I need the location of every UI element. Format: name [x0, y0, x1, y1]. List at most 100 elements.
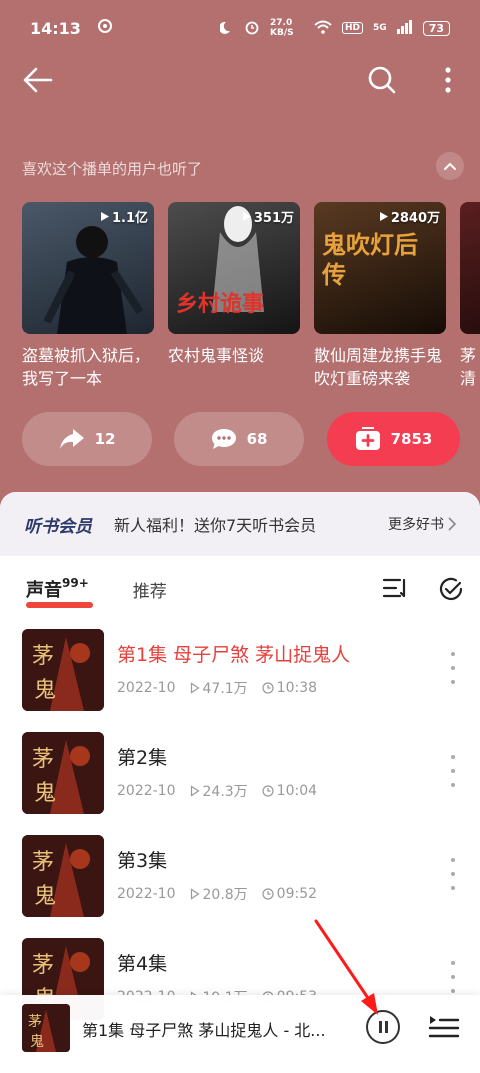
more-vertical-icon	[445, 67, 451, 93]
tab-badge: 99+	[62, 576, 89, 590]
search-button[interactable]	[360, 58, 404, 102]
recommend-cards: 1.1亿 盗墓被抓入狱后，我写了一本 乡村诡事 351万 农村鬼事怪谈 鬼吹灯后…	[22, 202, 480, 392]
back-button[interactable]	[16, 58, 60, 102]
multi-select-button[interactable]	[438, 576, 464, 606]
svg-text:茅: 茅	[32, 747, 54, 772]
share-count: 12	[94, 430, 116, 448]
card-cover: 乡村诡事 351万	[168, 202, 300, 334]
action-row: 12 68 7853	[22, 412, 460, 466]
top-bar	[0, 58, 480, 102]
card-title: 茅清	[460, 346, 477, 388]
more-dot	[451, 680, 455, 684]
episode-duration: 10:04	[262, 783, 317, 799]
clock-icon	[262, 785, 274, 797]
recommend-card-3[interactable]: 鬼吹灯后传 2840万 散仙周建龙携手鬼吹灯重磅来袭	[314, 202, 446, 390]
comment-count: 68	[246, 430, 268, 448]
clock-icon	[262, 682, 274, 694]
svg-text:茅: 茅	[32, 644, 54, 669]
card-cover-text: 鬼吹灯后传	[322, 230, 418, 289]
hd-badge: HD	[342, 22, 364, 34]
more-dot	[451, 858, 455, 862]
episode-title: 第1集 母子尸煞 茅山捉鬼人	[117, 644, 351, 666]
episode-title: 第2集	[117, 747, 168, 769]
svg-text:茅: 茅	[32, 850, 54, 875]
collapse-button[interactable]	[436, 152, 464, 180]
recommend-card-4[interactable]: 茅清	[460, 202, 480, 390]
vip-banner[interactable]: 听书会员 新人福利！送你7天听书会员 更多好书	[0, 492, 480, 556]
episode-title: 第4集	[117, 953, 168, 975]
share-icon	[59, 429, 84, 449]
episode-cover: 茅鬼	[22, 629, 104, 711]
subscribe-count: 7853	[390, 430, 433, 448]
recommend-card-2[interactable]: 乡村诡事 351万 农村鬼事怪谈	[168, 202, 300, 367]
card-cover: 鬼吹灯后传 2840万	[314, 202, 446, 334]
vip-more-link[interactable]: 更多好书	[388, 514, 456, 534]
cover-art: 茅鬼	[22, 629, 104, 711]
more-dot	[451, 755, 455, 759]
card-playcount: 351万	[242, 207, 294, 226]
episode-panel: 听书会员 新人福利！送你7天听书会员 更多好书 声音99+ 推荐 茅鬼第1集 母…	[0, 492, 480, 1073]
alarm-icon	[244, 19, 260, 38]
playlist-icon	[428, 1016, 460, 1038]
subscribe-button[interactable]: 7853	[327, 412, 460, 466]
episode-title: 第3集	[117, 850, 168, 872]
card-title: 盗墓被抓入狱后，我写了一本	[22, 346, 151, 388]
more-dot	[451, 886, 455, 890]
pause-button[interactable]	[366, 1010, 400, 1044]
episode-item[interactable]: 茅鬼第2集 2022-10 24.3万 10:04	[0, 725, 480, 828]
sort-icon	[382, 578, 406, 598]
status-time: 14:13	[30, 18, 81, 38]
arrow-left-icon	[23, 67, 53, 93]
play-icon	[100, 212, 109, 221]
card-title: 散仙周建龙携手鬼吹灯重磅来袭	[314, 346, 443, 388]
recommend-title: 喜欢这个播单的用户也听了	[22, 160, 203, 178]
battery-indicator: 73	[422, 20, 450, 36]
more-dot	[451, 989, 455, 993]
episode-duration: 09:52	[262, 886, 317, 902]
playlist-button[interactable]	[428, 1013, 460, 1041]
moon-icon	[218, 20, 234, 37]
episode-date: 2022-10	[117, 680, 176, 696]
card-cover: 1.1亿	[22, 202, 154, 334]
recommend-card-1[interactable]: 1.1亿 盗墓被抓入狱后，我写了一本	[22, 202, 154, 390]
episode-cover: 茅鬼	[22, 835, 104, 917]
clock-icon	[262, 888, 274, 900]
pause-icon	[378, 1021, 382, 1033]
search-icon	[368, 66, 396, 94]
episode-plays: 24.3万	[190, 781, 248, 801]
cover-art: 茅鬼	[22, 835, 104, 917]
more-dot	[451, 961, 455, 965]
episode-date: 2022-10	[117, 886, 176, 902]
episode-duration: 10:38	[262, 680, 317, 696]
svg-text:茅: 茅	[28, 1014, 42, 1030]
episode-cover: 茅鬼	[22, 732, 104, 814]
network-speed: 27.0 KB/S	[270, 18, 294, 38]
card-cover	[460, 202, 480, 334]
pause-icon-bar	[384, 1021, 388, 1033]
episode-meta: 2022-10 47.1万 10:38	[117, 678, 317, 698]
player-title: 第1集 母子尸煞 茅山捉鬼人 - 北...	[82, 1021, 326, 1040]
tab-recommend[interactable]: 推荐	[133, 577, 167, 602]
signal-label: 5G	[373, 23, 387, 33]
more-dot	[451, 666, 455, 670]
notification-icon	[97, 18, 113, 38]
tab-actions	[382, 576, 464, 606]
card-cover-text: 乡村诡事	[176, 291, 265, 317]
share-button[interactable]: 12	[22, 412, 152, 466]
play-outline-icon	[190, 785, 200, 797]
cover-art: 茅鬼	[22, 732, 104, 814]
episode-item[interactable]: 茅鬼第3集 2022-10 20.8万 09:52	[0, 828, 480, 931]
wifi-icon	[314, 20, 332, 37]
mini-player[interactable]: 茅 鬼 第1集 母子尸煞 茅山捉鬼人 - 北...	[0, 995, 480, 1073]
episode-more-button[interactable]	[448, 755, 458, 787]
episode-more-button[interactable]	[448, 652, 458, 684]
card-playcount: 1.1亿	[100, 207, 148, 226]
more-button[interactable]	[426, 58, 470, 102]
sort-button[interactable]	[382, 576, 408, 606]
comment-button[interactable]: 68	[174, 412, 304, 466]
tab-sounds[interactable]: 声音99+	[26, 576, 93, 608]
vip-text: 新人福利！送你7天听书会员	[114, 516, 317, 535]
episode-item[interactable]: 茅鬼第1集 母子尸煞 茅山捉鬼人 2022-10 47.1万 10:38	[0, 622, 480, 725]
episode-more-button[interactable]	[448, 858, 458, 890]
episode-more-button[interactable]	[448, 961, 458, 993]
